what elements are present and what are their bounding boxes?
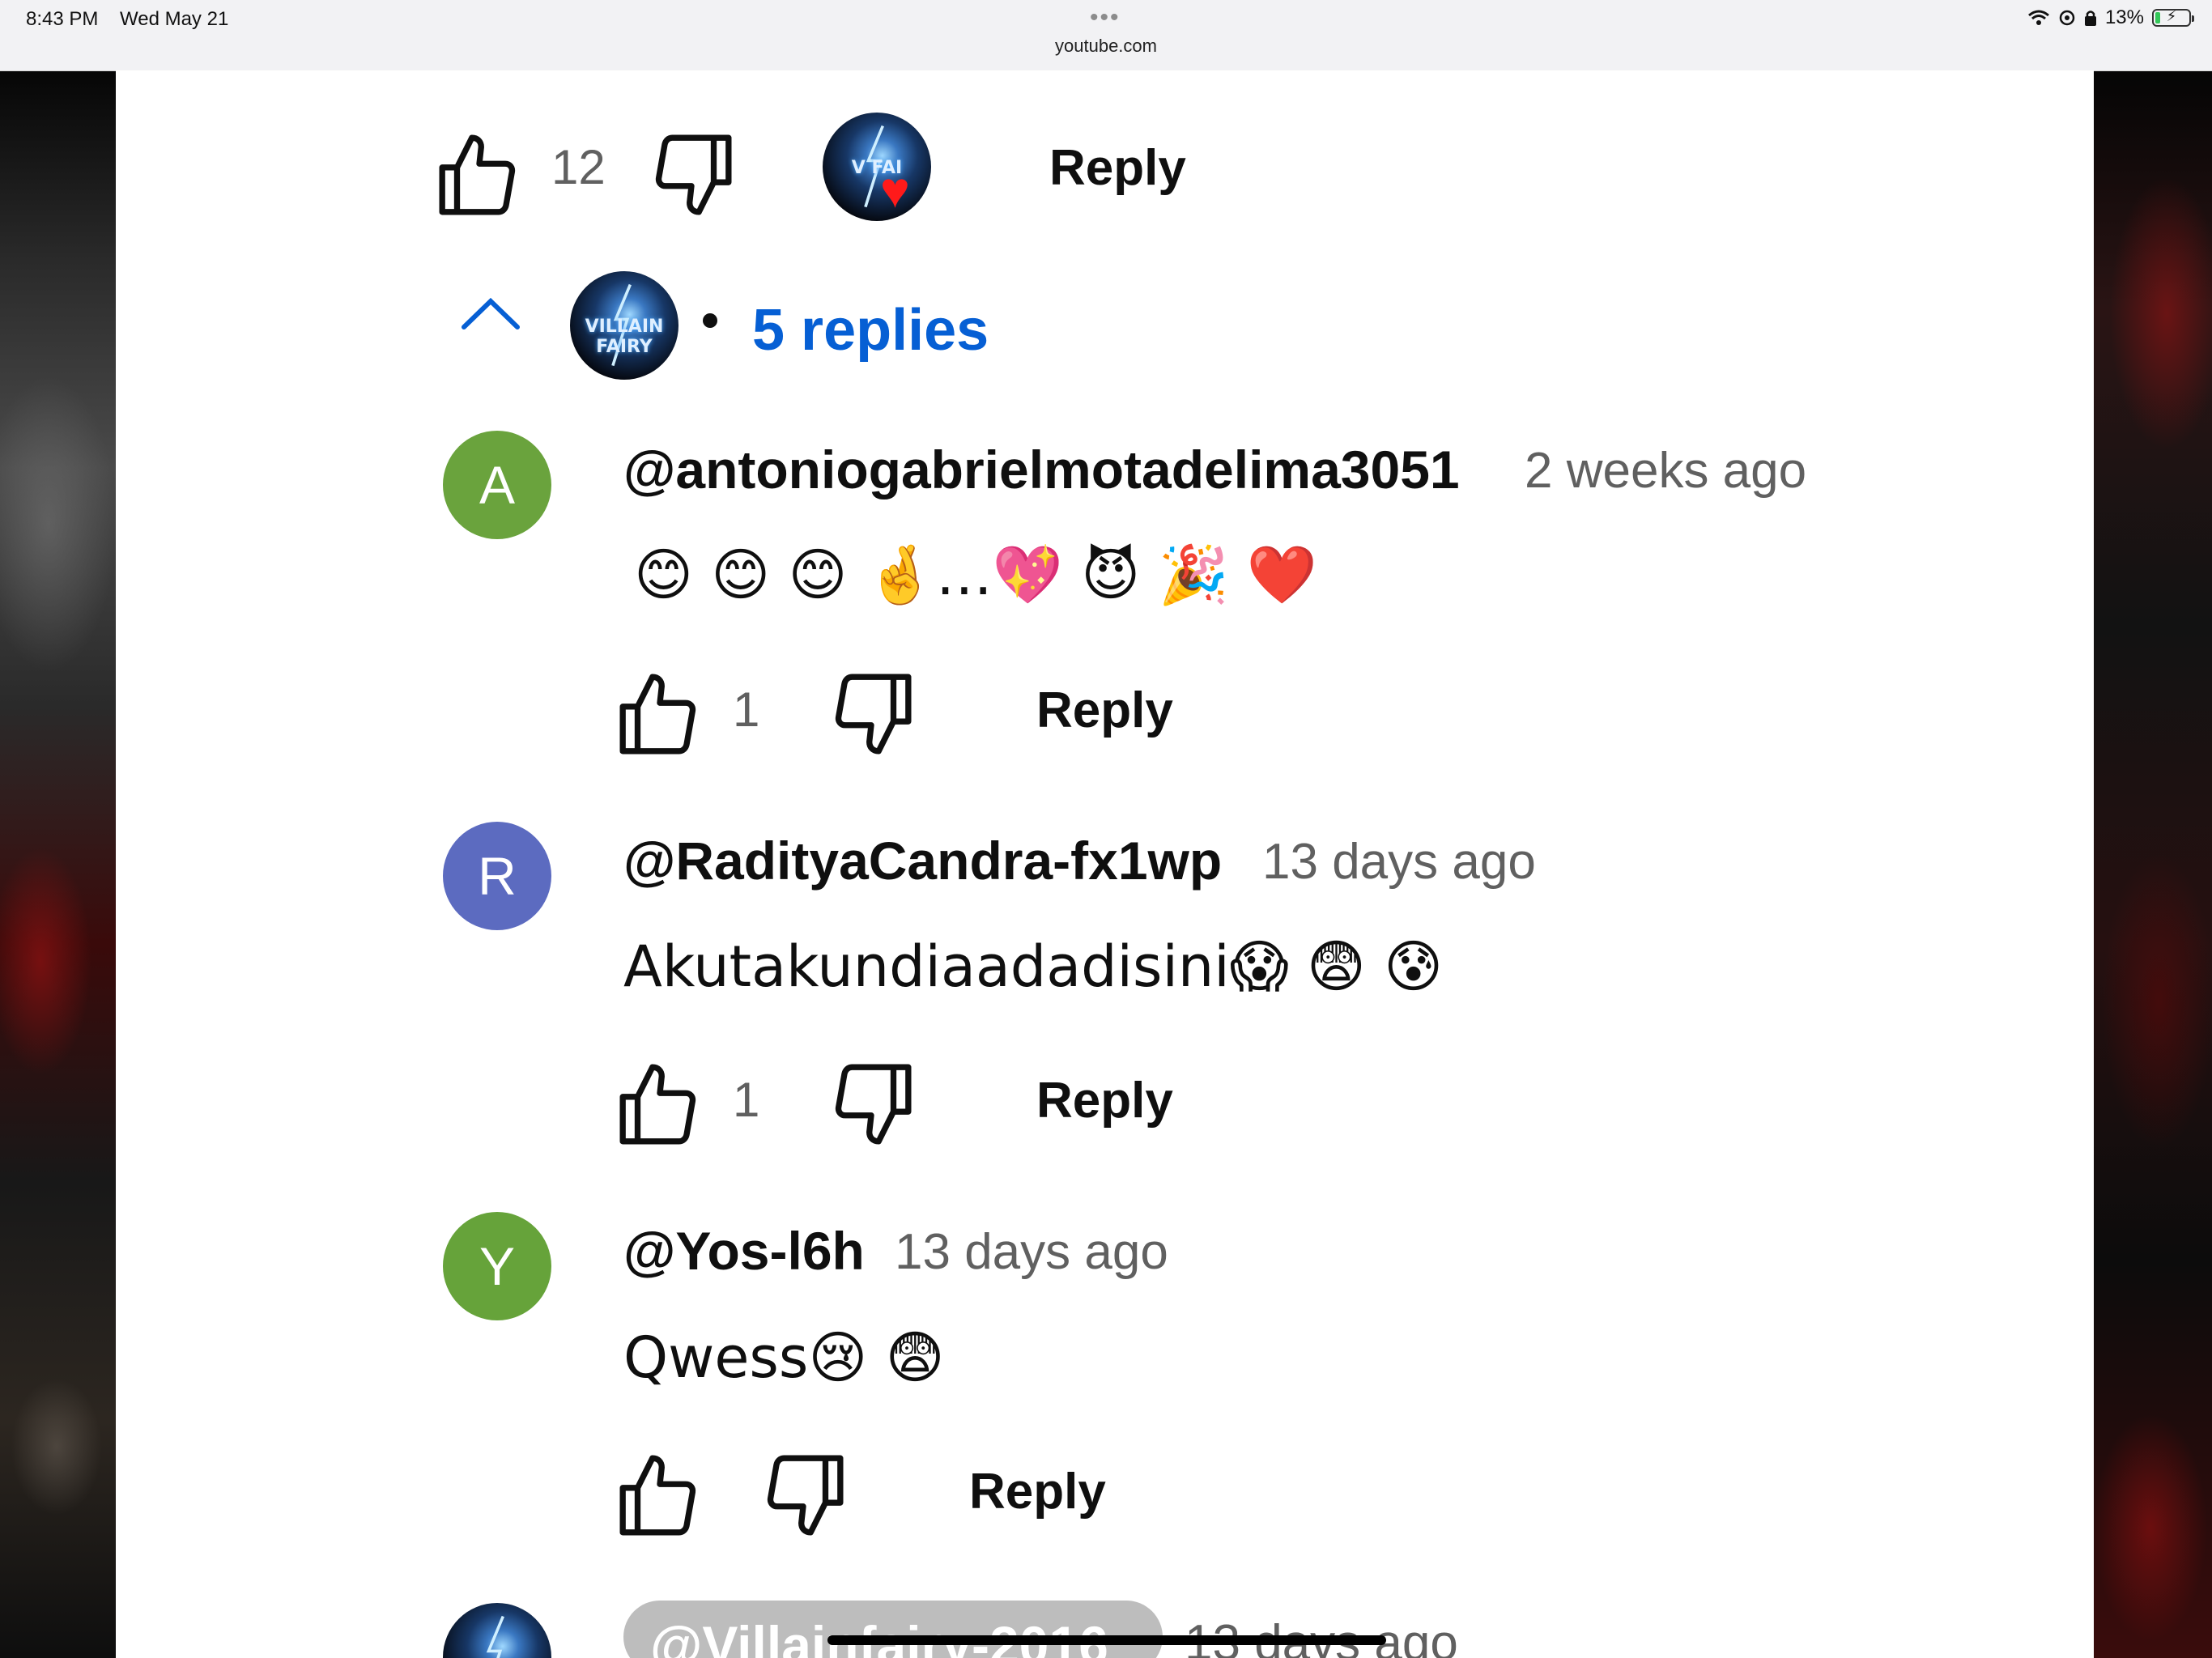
creator-avatar[interactable] — [443, 1603, 551, 1658]
dislike-button[interactable] — [759, 1451, 848, 1540]
like-button[interactable] — [435, 130, 524, 219]
status-time: 8:43 PM — [26, 8, 99, 30]
thumbs-up-icon — [619, 1064, 696, 1145]
like-count: 12 — [551, 140, 606, 194]
like-count: 1 — [733, 682, 760, 737]
battery-charging-icon: ⚡ — [2152, 8, 2194, 27]
avatar[interactable]: A — [443, 431, 551, 539]
replies-count-link[interactable]: 5 replies — [752, 301, 989, 359]
reply-button[interactable]: Reply — [969, 1467, 1106, 1517]
multitasking-dots-icon[interactable]: ••• — [1090, 6, 1121, 30]
channel-logo: VILLAIN FAIRY — [585, 317, 664, 358]
reply-text: Akutakundiaadadisini😱 😨 😰 — [623, 933, 1444, 1000]
thumbs-down-icon — [835, 1064, 912, 1145]
reply-button[interactable]: Reply — [1049, 143, 1186, 193]
like-button[interactable] — [615, 1451, 704, 1540]
channel-logo: V FAI — [851, 158, 903, 179]
like-button[interactable] — [615, 670, 704, 759]
thumbs-up-icon — [439, 134, 516, 215]
thumbs-down-icon — [655, 134, 732, 215]
dislike-button[interactable] — [827, 1060, 916, 1149]
dislike-button[interactable] — [647, 130, 736, 219]
like-count: 1 — [733, 1073, 760, 1127]
reply-timestamp[interactable]: 2 weeks ago — [1525, 446, 1806, 496]
reply-timestamp[interactable]: 13 days ago — [895, 1227, 1168, 1278]
thumbs-up-icon — [619, 674, 696, 755]
video-background-left — [0, 70, 116, 1658]
like-button[interactable] — [615, 1060, 704, 1149]
dislike-button[interactable] — [827, 670, 916, 759]
home-indicator[interactable] — [827, 1635, 1386, 1645]
reply-text: 😊 😊 😊 🤞…💖 😈 🎉 ❤️ — [634, 542, 1318, 608]
thumbs-down-icon — [835, 674, 912, 755]
thumbs-down-icon — [767, 1455, 844, 1536]
battery-percent: 13% — [2104, 6, 2144, 28]
reply-button[interactable]: Reply — [1036, 686, 1173, 736]
reply-text: Qwess😢 😨 — [623, 1324, 945, 1391]
wifi-icon — [2027, 10, 2049, 25]
avatar[interactable]: Y — [443, 1212, 551, 1320]
heart-icon: ♥ — [880, 163, 910, 219]
status-indicators: 13% ⚡ — [2027, 6, 2194, 29]
thumbs-up-icon — [619, 1455, 696, 1536]
separator-dot — [703, 313, 717, 328]
reply-timestamp[interactable]: 13 days ago — [1262, 837, 1536, 887]
creator-heart-avatar: V FAI — [823, 113, 931, 221]
reply-username[interactable]: @RadityaCandra-fx1wp — [623, 834, 1222, 887]
reply-username[interactable]: @Yos-l6h — [623, 1224, 865, 1278]
lightning-icon — [486, 1616, 504, 1658]
video-background-right — [2094, 70, 2212, 1658]
status-date: Wed May 21 — [120, 8, 229, 30]
reply-username[interactable]: @antoniogabrielmotadelima3051 — [623, 443, 1460, 496]
status-bar: 8:43 PM Wed May 21 ••• youtube.com 13% ⚡ — [0, 0, 2212, 71]
lock-icon — [2084, 11, 2096, 26]
chevron-up-icon — [462, 297, 520, 329]
focus-icon — [2059, 10, 2075, 26]
comments-sheet[interactable]: 12 V FAI ♥ Reply VILLAIN FAIRY 5 replies… — [116, 70, 2094, 1658]
collapse-replies-button[interactable] — [459, 293, 522, 338]
creator-avatar: VILLAIN FAIRY — [570, 271, 678, 380]
reply-button[interactable]: Reply — [1036, 1076, 1173, 1126]
avatar[interactable]: R — [443, 822, 551, 930]
url-label[interactable]: youtube.com — [0, 36, 2212, 57]
